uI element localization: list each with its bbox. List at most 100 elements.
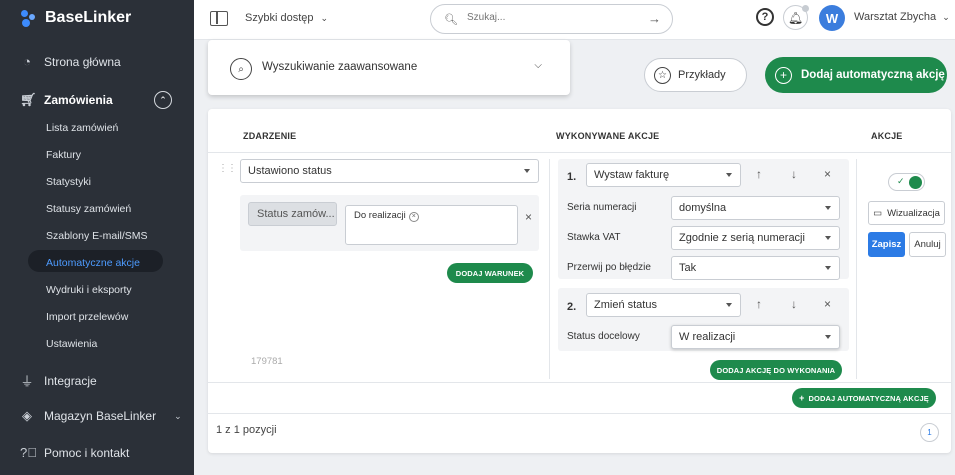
search-input[interactable] — [467, 12, 637, 23]
visualize-button[interactable]: ▭ Wizualizacja — [868, 201, 945, 225]
sidebar-subitem-settings[interactable]: Ustawienia — [46, 338, 97, 350]
event-trigger-select[interactable]: Ustawiono status — [240, 159, 539, 183]
remove-tag-icon[interactable]: × — [408, 212, 419, 222]
user-menu[interactable]: Warsztat Zbycha ⌄ — [854, 11, 950, 23]
help-icon: ?⃝ — [20, 445, 37, 460]
caret-down-icon — [825, 236, 831, 240]
drag-handle-icon[interactable]: ⋮⋮ — [218, 164, 237, 174]
step-number: 2. — [567, 301, 577, 313]
add-action-button[interactable]: DODAJ AKCJĘ DO WYKONANIA — [710, 360, 842, 380]
caret-down-icon — [726, 303, 732, 307]
arrow-up-icon[interactable]: ↑ — [756, 167, 762, 181]
sidebar-subitem-templates[interactable]: Szablony E-mail/SMS — [46, 230, 148, 242]
condition-value-input[interactable]: Do realizacji × — [345, 205, 518, 245]
pagination-summary: 1 z 1 pozycji — [216, 424, 277, 436]
toggle-knob — [909, 176, 922, 189]
arrow-up-icon[interactable]: ↑ — [756, 297, 762, 311]
sidebar-item-integrations[interactable]: ⏚ Integracje — [20, 371, 185, 390]
monitor-icon: ▭ — [873, 207, 883, 219]
star-icon: ☆ — [654, 66, 671, 84]
advanced-search-panel[interactable]: ⌕ Wyszukiwanie zaawansowane ⌵ — [208, 40, 570, 95]
condition-tag: Do realizacji × — [354, 210, 419, 222]
check-icon: ✓ — [897, 176, 905, 186]
help-icon[interactable]: ? — [756, 8, 774, 26]
action-step-2: 2. Zmień status ↑ ↓ × Status docelowy W … — [558, 288, 849, 351]
target-status-select[interactable]: W realizacji — [671, 325, 840, 349]
notification-dot — [802, 5, 809, 12]
arrow-right-icon[interactable]: → — [648, 11, 661, 26]
sidebar-item-warehouse[interactable]: ◈ Magazyn BaseLinker ⌄ — [20, 408, 185, 424]
examples-button[interactable]: ☆ Przykłady — [644, 58, 747, 92]
close-icon[interactable]: × — [824, 297, 831, 311]
add-condition-button[interactable]: DODAJ WARUNEK — [447, 263, 533, 283]
column-divider — [856, 159, 857, 379]
sidebar-subitem-invoices[interactable]: Faktury — [46, 149, 81, 161]
close-icon[interactable]: × — [525, 210, 532, 224]
field-label: Stawka VAT — [567, 232, 621, 243]
action-id: 179781 — [251, 356, 283, 367]
vat-rate-select[interactable]: Zgodnie z serią numeracji — [671, 226, 840, 250]
sidebar-subitem-order-list[interactable]: Lista zamówień — [46, 122, 118, 134]
topbar: Szybki dostęp ⌄ 🔍︎ → ? 🔔︎ W Warsztat Zby… — [194, 0, 955, 40]
caret-down-icon — [825, 266, 831, 270]
avatar[interactable]: W — [819, 5, 845, 31]
arrow-down-icon[interactable]: ↓ — [791, 297, 797, 311]
chevron-up-icon[interactable]: ⌃ — [154, 91, 172, 109]
field-label: Seria numeracji — [567, 202, 637, 213]
app-name: BaseLinker — [45, 9, 132, 26]
divider — [208, 413, 951, 414]
sidebar-subitem-statistics[interactable]: Statystyki — [46, 176, 91, 188]
quick-access-dropdown[interactable]: Szybki dostęp ⌄ — [245, 12, 328, 24]
logo[interactable]: BaseLinker — [20, 9, 131, 27]
column-divider — [549, 159, 550, 379]
advanced-search-label: Wyszukiwanie zaawansowane — [262, 61, 418, 73]
arrow-down-icon[interactable]: ↓ — [791, 167, 797, 181]
action-step-1: 1. Wystaw fakturę ↑ ↓ × Seria numeracji … — [558, 159, 849, 280]
sidebar-item-help[interactable]: ?⃝ Pomoc i kontakt — [20, 445, 185, 460]
search-bar: 🔍︎ → — [430, 4, 673, 34]
divider — [208, 382, 951, 383]
add-automatic-action-button[interactable]: + Dodaj automatyczną akcję — [765, 57, 947, 93]
box-icon: ◈ — [22, 408, 32, 423]
sidebar-item-home[interactable]: ◔ Strona główna — [20, 54, 185, 69]
enabled-toggle[interactable]: ✓ — [888, 173, 925, 191]
save-button[interactable]: Zapisz — [868, 232, 905, 257]
field-label: Status docelowy — [567, 331, 640, 342]
stop-on-error-select[interactable]: Tak — [671, 256, 840, 280]
chevron-down-icon: ⌄ — [174, 410, 182, 421]
plus-icon: + — [775, 66, 792, 84]
plus-icon: + — [799, 393, 805, 403]
column-header-actions-performed: WYKONYWANE AKCJE — [556, 131, 660, 141]
sidebar-subitem-transfer-import[interactable]: Import przelewów — [46, 311, 128, 323]
search-icon: 🔍︎ — [444, 14, 458, 26]
condition-field-select[interactable]: Status zamów... — [248, 202, 337, 226]
cancel-button[interactable]: Anuluj — [909, 232, 946, 257]
close-icon[interactable]: × — [824, 167, 831, 181]
search-icon: ⌕ — [230, 58, 252, 80]
sidebar-subitem-automatic-actions[interactable]: Automatyczne akcje — [46, 257, 140, 269]
column-header-event: ZDARZENIE — [243, 131, 297, 141]
plug-icon: ⏚ — [20, 374, 34, 389]
sidebar: BaseLinker ◔ Strona główna 🛒︎ Zamówienia… — [0, 0, 194, 475]
caret-down-icon — [825, 206, 831, 210]
divider — [208, 152, 951, 153]
caret-down-icon — [524, 169, 530, 173]
cart-icon: 🛒︎ — [20, 92, 37, 107]
action-type-select[interactable]: Wystaw fakturę — [586, 163, 741, 187]
speedometer-icon: ◔ — [23, 54, 31, 69]
chevron-down-icon: ⌄ — [320, 13, 329, 23]
add-automatic-action-footer-button[interactable]: + DODAJ AUTOMATYCZNĄ AKCJĘ — [792, 388, 936, 408]
page-button[interactable]: 1 — [920, 423, 939, 442]
numbering-series-select[interactable]: domyślna — [671, 196, 840, 220]
sidebar-subitem-prints-exports[interactable]: Wydruki i eksporty — [46, 284, 132, 296]
chevron-down-icon[interactable]: ⌵ — [534, 60, 542, 71]
caret-down-icon — [825, 335, 831, 339]
baselinker-logo-icon — [20, 9, 38, 27]
chevron-down-icon: ⌄ — [942, 12, 950, 22]
action-type-select[interactable]: Zmień status — [586, 293, 741, 317]
column-header-actions: AKCJE — [871, 131, 903, 141]
sidebar-toggle-icon[interactable] — [210, 11, 228, 26]
sidebar-subitem-order-statuses[interactable]: Statusy zamówień — [46, 203, 131, 215]
field-label: Przerwij po błędzie — [567, 262, 651, 273]
automatic-actions-table: ZDARZENIE WYKONYWANE AKCJE AKCJE ⋮⋮ Usta… — [208, 109, 951, 453]
